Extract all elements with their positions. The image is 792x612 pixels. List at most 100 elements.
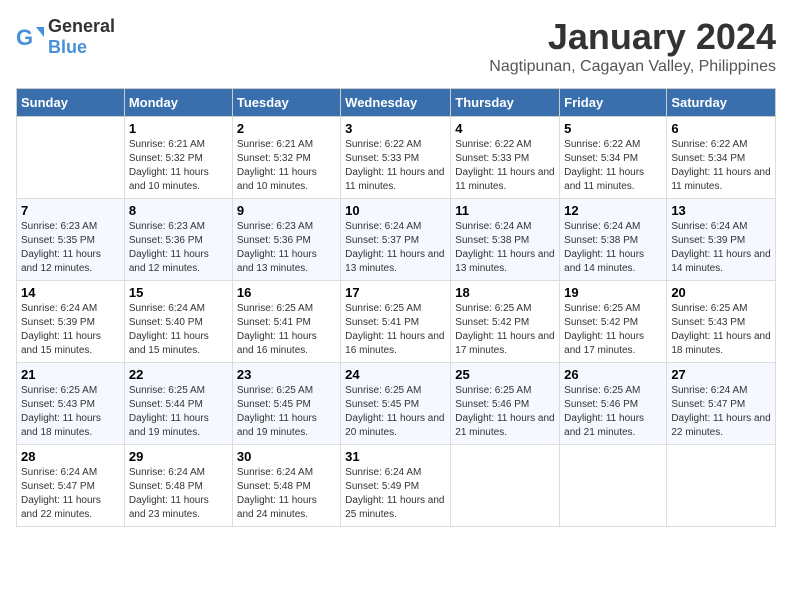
weekday-header-friday: Friday [560,89,667,117]
day-number: 15 [129,285,228,300]
day-number: 7 [21,203,120,218]
day-detail: Sunrise: 6:24 AMSunset: 5:49 PMDaylight:… [345,466,446,522]
weekday-header-thursday: Thursday [451,89,560,117]
day-number: 8 [129,203,228,218]
day-cell: 14 Sunrise: 6:24 AMSunset: 5:39 PMDayligh… [17,281,125,363]
day-cell: 31 Sunrise: 6:24 AMSunset: 5:49 PMDayligh… [341,445,451,527]
day-number: 5 [564,121,662,136]
day-detail: Sunrise: 6:21 AMSunset: 5:32 PMDaylight:… [129,138,228,194]
day-detail: Sunrise: 6:25 AMSunset: 5:42 PMDaylight:… [455,302,555,358]
day-detail: Sunrise: 6:23 AMSunset: 5:35 PMDaylight:… [21,220,120,276]
day-cell: 7 Sunrise: 6:23 AMSunset: 5:35 PMDaylight… [17,199,125,281]
weekday-header-saturday: Saturday [667,89,776,117]
svg-text:G: G [16,25,33,50]
logo-general-text: General [48,16,115,36]
day-cell: 30Sunrise: 6:24 AMSunset: 5:48 PMDayligh… [232,445,340,527]
day-detail: Sunrise: 6:25 AMSunset: 5:42 PMDaylight:… [564,302,662,358]
day-detail: Sunrise: 6:24 AMSunset: 5:38 PMDaylight:… [455,220,555,276]
day-detail: Sunrise: 6:21 AMSunset: 5:32 PMDaylight:… [237,138,336,194]
weekday-header-sunday: Sunday [17,89,125,117]
day-cell: 17 Sunrise: 6:25 AMSunset: 5:41 PMDayligh… [341,281,451,363]
day-number: 1 [129,121,228,136]
weekday-header-wednesday: Wednesday [341,89,451,117]
day-number: 23 [237,367,336,382]
day-number: 14 [21,285,120,300]
location-title: Nagtipunan, Cagayan Valley, Philippines [489,58,776,76]
day-number: 12 [564,203,662,218]
weekday-header-monday: Monday [124,89,232,117]
day-cell: 15 Sunrise: 6:24 AMSunset: 5:40 PMDayligh… [124,281,232,363]
day-number: 28 [21,449,120,464]
day-number: 27 [671,367,771,382]
day-number: 16 [237,285,336,300]
day-detail: Sunrise: 6:24 AMSunset: 5:47 PMDaylight:… [21,466,120,522]
day-cell: 27Sunrise: 6:24 AMSunset: 5:47 PMDayligh… [667,363,776,445]
day-detail: Sunrise: 6:25 AMSunset: 5:46 PMDaylight:… [455,384,555,440]
day-detail: Sunrise: 6:25 AMSunset: 5:41 PMDaylight:… [345,302,446,358]
day-cell [667,445,776,527]
calendar-table: SundayMondayTuesdayWednesdayThursdayFrid… [16,88,776,527]
day-cell [560,445,667,527]
day-number: 13 [671,203,771,218]
title-area: January 2024 Nagtipunan, Cagayan Valley,… [489,16,776,76]
day-detail: Sunrise: 6:24 AMSunset: 5:39 PMDaylight:… [21,302,120,358]
day-cell: 12 Sunrise: 6:24 AMSunset: 5:38 PMDayligh… [560,199,667,281]
week-row-2: 7 Sunrise: 6:23 AMSunset: 5:35 PMDaylight… [17,199,776,281]
day-cell: 16Sunrise: 6:25 AMSunset: 5:41 PMDayligh… [232,281,340,363]
day-cell: 29 Sunrise: 6:24 AMSunset: 5:48 PMDayligh… [124,445,232,527]
day-number: 25 [455,367,555,382]
weekday-header-tuesday: Tuesday [232,89,340,117]
day-detail: Sunrise: 6:25 AMSunset: 5:46 PMDaylight:… [564,384,662,440]
day-detail: Sunrise: 6:25 AMSunset: 5:43 PMDaylight:… [671,302,771,358]
day-cell: 10 Sunrise: 6:24 AMSunset: 5:37 PMDayligh… [341,199,451,281]
day-number: 24 [345,367,446,382]
day-cell [17,117,125,199]
day-number: 26 [564,367,662,382]
day-cell: 5 Sunrise: 6:22 AMSunset: 5:34 PMDaylight… [560,117,667,199]
day-cell: 25 Sunrise: 6:25 AMSunset: 5:46 PMDayligh… [451,363,560,445]
day-number: 11 [455,203,555,218]
weekday-header-row: SundayMondayTuesdayWednesdayThursdayFrid… [17,89,776,117]
day-number: 31 [345,449,446,464]
day-cell: 21 Sunrise: 6:25 AMSunset: 5:43 PMDayligh… [17,363,125,445]
day-detail: Sunrise: 6:22 AMSunset: 5:34 PMDaylight:… [564,138,662,194]
day-detail: Sunrise: 6:25 AMSunset: 5:45 PMDaylight:… [345,384,446,440]
logo-icon: G [16,23,44,51]
day-number: 29 [129,449,228,464]
day-cell: 13Sunrise: 6:24 AMSunset: 5:39 PMDayligh… [667,199,776,281]
day-detail: Sunrise: 6:25 AMSunset: 5:43 PMDaylight:… [21,384,120,440]
day-cell: 4Sunrise: 6:22 AMSunset: 5:33 PMDaylight… [451,117,560,199]
day-cell: 20Sunrise: 6:25 AMSunset: 5:43 PMDayligh… [667,281,776,363]
day-detail: Sunrise: 6:23 AMSunset: 5:36 PMDaylight:… [129,220,228,276]
day-detail: Sunrise: 6:22 AMSunset: 5:33 PMDaylight:… [455,138,555,194]
day-cell: 2 Sunrise: 6:21 AMSunset: 5:32 PMDaylight… [232,117,340,199]
day-number: 17 [345,285,446,300]
day-detail: Sunrise: 6:24 AMSunset: 5:48 PMDaylight:… [129,466,228,522]
day-cell: 3Sunrise: 6:22 AMSunset: 5:33 PMDaylight… [341,117,451,199]
header: G General Blue January 2024 Nagtipunan, … [16,16,776,76]
day-detail: Sunrise: 6:24 AMSunset: 5:38 PMDaylight:… [564,220,662,276]
day-detail: Sunrise: 6:22 AMSunset: 5:33 PMDaylight:… [345,138,446,194]
day-detail: Sunrise: 6:24 AMSunset: 5:37 PMDaylight:… [345,220,446,276]
day-cell: 8 Sunrise: 6:23 AMSunset: 5:36 PMDaylight… [124,199,232,281]
day-number: 10 [345,203,446,218]
day-cell: 11 Sunrise: 6:24 AMSunset: 5:38 PMDayligh… [451,199,560,281]
day-detail: Sunrise: 6:24 AMSunset: 5:48 PMDaylight:… [237,466,336,522]
week-row-1: 1 Sunrise: 6:21 AMSunset: 5:32 PMDaylight… [17,117,776,199]
day-cell: 1 Sunrise: 6:21 AMSunset: 5:32 PMDaylight… [124,117,232,199]
week-row-3: 14 Sunrise: 6:24 AMSunset: 5:39 PMDayligh… [17,281,776,363]
day-number: 2 [237,121,336,136]
day-cell: 23Sunrise: 6:25 AMSunset: 5:45 PMDayligh… [232,363,340,445]
logo-blue-text: Blue [48,37,87,57]
day-cell: 18Sunrise: 6:25 AMSunset: 5:42 PMDayligh… [451,281,560,363]
day-number: 9 [237,203,336,218]
day-cell: 6Sunrise: 6:22 AMSunset: 5:34 PMDaylight… [667,117,776,199]
day-detail: Sunrise: 6:25 AMSunset: 5:44 PMDaylight:… [129,384,228,440]
week-row-4: 21 Sunrise: 6:25 AMSunset: 5:43 PMDayligh… [17,363,776,445]
logo: G General Blue [16,16,115,58]
day-number: 21 [21,367,120,382]
month-title: January 2024 [489,16,776,58]
day-cell: 22 Sunrise: 6:25 AMSunset: 5:44 PMDayligh… [124,363,232,445]
day-number: 22 [129,367,228,382]
day-detail: Sunrise: 6:24 AMSunset: 5:40 PMDaylight:… [129,302,228,358]
